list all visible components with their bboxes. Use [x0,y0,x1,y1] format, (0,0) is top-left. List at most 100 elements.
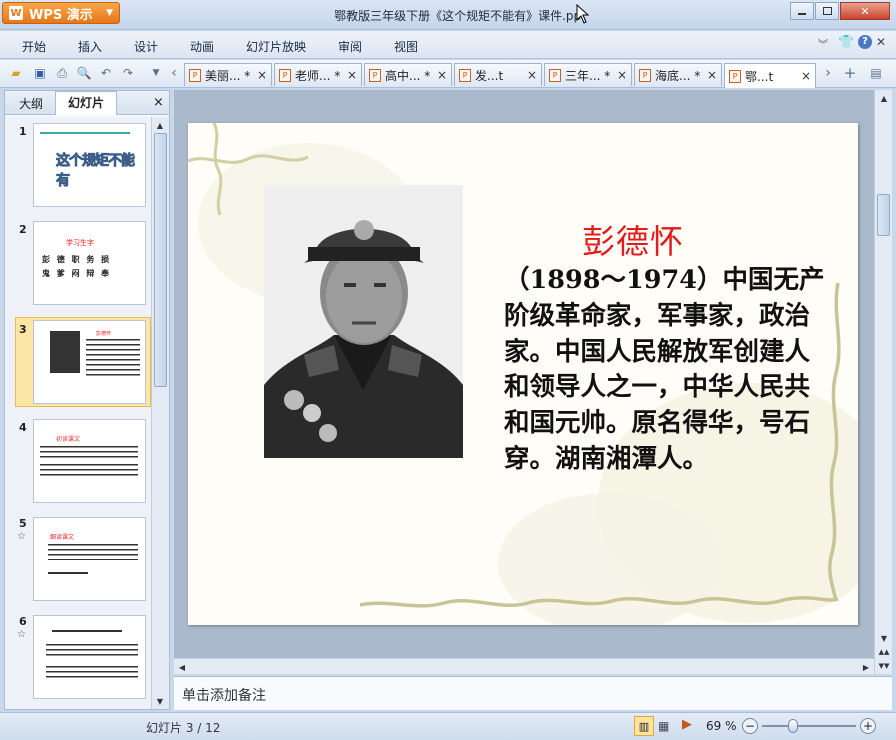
slide-horizontal-scrollbar[interactable]: ◀ ▶ [174,658,874,674]
customize-dropdown-icon[interactable]: ▼ [148,65,164,81]
slideshow-icon[interactable]: ▶ [682,717,692,732]
zoom-slider-knob[interactable] [787,719,798,733]
menu-review[interactable]: 审阅 [338,38,362,55]
close-window-button[interactable]: ✕ [840,2,890,20]
slide-thumbnail-4[interactable]: 初读课文 [33,419,146,503]
close-tab-icon[interactable]: × [253,68,267,82]
slide-vertical-scrollbar[interactable]: ▲ ▼ ▲▲ ▼▼ [874,90,892,674]
menu-design[interactable]: 设计 [134,38,158,55]
close-doc-icon[interactable]: ✕ [876,35,886,49]
menu-insert[interactable]: 插入 [78,38,102,55]
new-tab-icon[interactable]: + [842,64,858,82]
scroll-left-icon[interactable]: ◀ [174,659,190,675]
scroll-up-icon[interactable]: ▲ [152,117,168,133]
thumb-title: 彭德怀 [96,331,112,337]
tab-outline[interactable]: 大纲 [19,95,43,112]
doc-tab-5[interactable]: P 三年... * × [544,63,632,86]
scroll-thumb[interactable] [154,133,167,387]
close-tab-icon[interactable]: × [703,68,717,82]
scroll-down-icon[interactable]: ▼ [152,693,168,709]
print-preview-icon[interactable]: 🔍 [76,65,92,81]
menu-home[interactable]: 开始 [22,38,46,55]
tab-scroll-right-icon[interactable]: › [820,65,836,81]
wps-logo-icon: W [9,6,23,20]
close-pane-icon[interactable]: × [153,95,164,110]
thumb-title: 细读课文 [50,534,75,541]
quick-toolbar: ▰ ▣ ⎙ 🔍 ↶ ↷ ▼ ‹ P 美丽... * × P 老师... * × … [0,60,896,88]
thumb-text-block [48,544,138,560]
minimize-icon [798,13,806,15]
menu-slideshow[interactable]: 幻灯片放映 [246,38,306,55]
close-tab-icon[interactable]: × [613,68,627,82]
doc-tab-label: 鄂...t [745,69,774,84]
zoom-in-icon[interactable]: + [860,718,876,734]
ppt-file-icon: P [549,68,561,82]
thumb-number: 1 [19,125,27,138]
doc-tab-4[interactable]: P 发...t × [454,63,542,86]
notes-placeholder[interactable]: 单击添加备注 [182,685,266,705]
slide-thumbnail-5[interactable]: 细读课文 [33,517,146,601]
ppt-file-icon: P [189,68,201,82]
close-tab-icon[interactable]: × [343,68,357,82]
normal-view-icon[interactable]: ▥ [634,716,654,736]
tab-list-icon[interactable]: ▤ [868,65,884,81]
doc-tab-label: 三年... * [565,68,611,83]
thumb-text-line [48,572,88,574]
slide-thumbnail-1[interactable]: 这个规矩不能有 [33,123,146,207]
wps-app-menu-button[interactable]: W WPS 演示 ▼ [2,2,120,24]
redo-icon[interactable]: ↷ [120,65,136,81]
doc-tab-label: 海底... * [655,68,701,83]
menu-animation[interactable]: 动画 [190,38,214,55]
restore-button[interactable] [815,2,839,20]
ppt-file-icon: P [279,68,291,82]
help-icon[interactable]: ? [858,35,872,49]
zoom-percent[interactable]: 69 % [706,719,737,733]
thumbnails-scrollbar[interactable]: ▲ ▼ [151,117,169,709]
close-tab-icon[interactable]: × [433,68,447,82]
slide-canvas[interactable]: 彭德怀 （1898～1974）中国无产阶级革命家，军事家，政治家。中国人民解放军… [188,123,858,625]
pane-tabs: 大纲 幻灯片 × [5,91,169,115]
notes-pane[interactable]: 单击添加备注 [174,676,892,710]
tab-scroll-left-icon[interactable]: ‹ [166,65,182,81]
slide-body-text[interactable]: （1898～1974）中国无产阶级革命家，军事家，政治家。中国人民解放军创建人和… [504,263,830,478]
print-icon[interactable]: ⎙ [54,65,70,81]
menu-view[interactable]: 视图 [394,38,418,55]
doc-tab-label: 美丽... * [205,68,251,83]
slide-thumbnail-3-selected[interactable]: 彭德怀 [33,320,146,404]
thumb-text-block [40,464,138,478]
close-tab-icon[interactable]: × [797,69,811,83]
skin-icon[interactable]: 👕 [838,35,854,50]
thumb-text-line [40,132,130,134]
doc-tab-2[interactable]: P 老师... * × [274,63,362,86]
app-name: WPS 演示 [29,7,93,23]
save-icon[interactable]: ▣ [32,65,48,81]
slide-thumbnail-6[interactable] [33,615,146,699]
slide-title[interactable]: 彭德怀 [568,215,698,263]
thumb-title: 初读课文 [56,436,81,443]
slide-thumbnail-2[interactable]: 学习生字 彭 德 职 务 损 鬼 爹 闷 辩 奉 [33,221,146,305]
slide-sorter-icon[interactable]: ▦ [658,719,669,733]
doc-tab-6[interactable]: P 海底... * × [634,63,722,86]
thumbnail-list: 1 这个规矩不能有 2 学习生字 彭 德 职 务 损 鬼 爹 闷 辩 奉 3 彭… [5,117,151,709]
doc-tab-3[interactable]: P 高中... * × [364,63,452,86]
scroll-right-icon[interactable]: ▶ [858,659,874,675]
transition-star-icon: ☆ [17,629,26,640]
doc-tab-7-active[interactable]: P 鄂...t × [724,63,816,88]
next-slide-icon[interactable]: ▼▼ [876,658,892,674]
tab-slides[interactable]: 幻灯片 [55,91,117,115]
minimize-button[interactable] [790,2,814,20]
title-bar: W WPS 演示 ▼ 鄂教版三年级下册《这个规矩不能有》课件.ppt ✕ [0,0,896,30]
thumb-text-block [40,446,138,460]
zoom-slider-track[interactable] [762,725,856,727]
restore-icon [822,7,832,15]
scroll-thumb[interactable] [877,194,890,236]
zoom-out-icon[interactable]: − [742,718,758,734]
doc-tab-1[interactable]: P 美丽... * × [184,63,272,86]
thumb-number: 5 [19,517,27,530]
scroll-up-icon[interactable]: ▲ [876,90,892,106]
collapse-ribbon-icon[interactable]: ︾ [818,36,828,51]
open-icon[interactable]: ▰ [8,65,24,81]
undo-icon[interactable]: ↶ [98,65,114,81]
close-tab-icon[interactable]: × [523,68,537,82]
thumb-title: 这个规矩不能有 [56,153,136,190]
